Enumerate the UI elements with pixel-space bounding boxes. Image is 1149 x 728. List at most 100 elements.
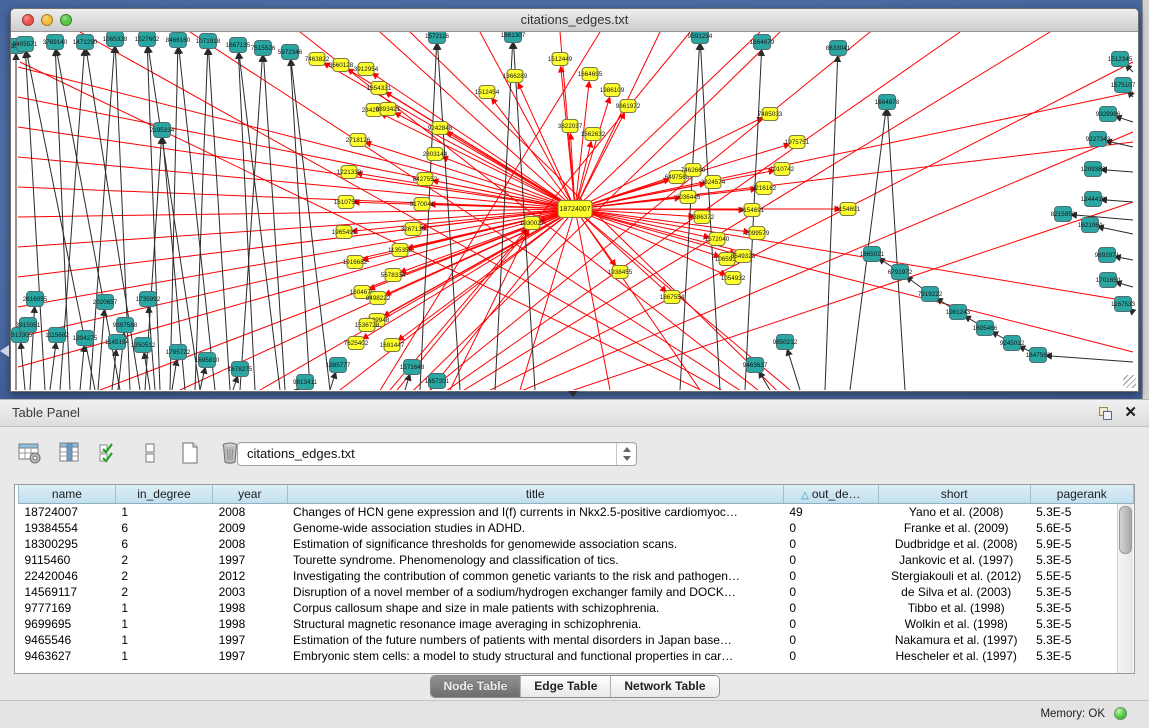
graph-node[interactable]: 1881307 [501, 32, 526, 43]
graph-edge[interactable] [291, 60, 330, 390]
graph-edge[interactable] [238, 53, 255, 390]
graph-edge[interactable] [50, 343, 56, 390]
graph-node[interactable]: 9329986 [1096, 107, 1121, 122]
graph-edge[interactable] [825, 56, 838, 390]
graph-node[interactable]: 9397588 [113, 318, 138, 333]
close-window-button[interactable] [22, 14, 34, 26]
graph-edge[interactable] [170, 48, 178, 390]
graph-node[interactable]: 9813411 [293, 375, 318, 390]
table-row[interactable]: 1872400712008Changes of HCN gene express… [19, 504, 1134, 521]
graph-node[interactable]: 1471290 [73, 35, 98, 50]
column-header-in_degree[interactable]: in_degree [115, 485, 212, 504]
graph-node[interactable]: 1986109 [600, 84, 625, 97]
graph-node[interactable]: 9463627 [743, 358, 768, 373]
collapse-arrow-icon[interactable] [0, 345, 9, 357]
graph-node[interactable]: 9591234 [688, 32, 713, 44]
graph-edge[interactable] [1046, 356, 1133, 362]
table-row[interactable]: 1938455462009Genome-wide association stu… [19, 520, 1134, 536]
graph-edge[interactable] [787, 350, 800, 390]
graph-node[interactable]: 1244419 [1081, 192, 1106, 207]
graph-node[interactable]: 1562632 [581, 128, 606, 141]
graph-node[interactable]: 7515526 [251, 41, 276, 56]
graph-node[interactable]: 9405571 [13, 37, 38, 52]
graph-node[interactable]: 5678334 [381, 269, 406, 282]
table-row[interactable]: 946554611997Estimation of the future num… [19, 632, 1134, 648]
graph-edge[interactable] [330, 202, 1133, 390]
table-row[interactable]: 2242004622012Investigating the contribut… [19, 568, 1134, 584]
graph-node[interactable]: 1209382 [1081, 162, 1106, 177]
tab-network-table[interactable]: Network Table [611, 676, 718, 697]
table-scrollbar[interactable] [1117, 504, 1133, 673]
table-row[interactable]: 1456911722003Disruption of a novel membe… [19, 584, 1134, 600]
graph-node[interactable]: 1691447 [380, 339, 405, 352]
graph-node[interactable]: 1527602 [135, 32, 160, 47]
graph-edge[interactable] [450, 230, 528, 390]
create-column-button[interactable] [176, 440, 204, 468]
graph-node[interactable]: 1145194 [105, 335, 130, 350]
graph-node[interactable]: 1512449 [548, 53, 573, 66]
graph-edge[interactable] [18, 187, 575, 209]
resize-grip-icon[interactable] [1123, 375, 1136, 388]
graph-node[interactable]: 2020657 [93, 295, 118, 310]
column-header-out_de[interactable]: △out_de… [783, 485, 878, 504]
graph-node[interactable]: 1575107 [1111, 78, 1136, 93]
graph-edge[interactable] [745, 50, 762, 390]
graph-node[interactable]: 9861972 [616, 100, 641, 113]
graph-node[interactable]: 8215953 [1051, 207, 1076, 222]
table-row[interactable]: 911546021997Tourette syndrome. Phenomeno… [19, 552, 1134, 568]
tab-node-table[interactable]: Node Table [430, 676, 521, 697]
graph-edge[interactable] [887, 110, 905, 390]
graph-edge[interactable] [759, 372, 770, 390]
graph-node[interactable]: 1610755 [334, 196, 359, 209]
graph-node[interactable]: 9170041 [410, 198, 435, 211]
network-canvas[interactable]: 9133821940557137691401471290106532815276… [11, 32, 1138, 390]
table-selector-dropdown[interactable]: citations_edges.txt [237, 442, 637, 466]
table-mode-button[interactable] [16, 440, 44, 468]
graph-edge[interactable] [18, 209, 575, 217]
graph-node[interactable]: 1938455 [608, 266, 633, 279]
zoom-window-button[interactable] [60, 14, 72, 26]
graph-edge[interactable] [98, 310, 104, 390]
graph-node[interactable]: 1664878 [875, 95, 900, 110]
graph-node[interactable]: 8633041 [826, 41, 851, 56]
graph-node[interactable]: 18724007 [558, 201, 592, 218]
graph-node[interactable]: 5972346 [278, 45, 303, 60]
scrollbar-thumb[interactable] [1119, 506, 1132, 554]
graph-node[interactable]: 7386372 [690, 211, 715, 224]
table-row[interactable]: 1830029562008Estimation of significance … [19, 536, 1134, 552]
table-row[interactable]: 969969511998Structural magnetic resonanc… [19, 616, 1134, 632]
splitter-handle-icon[interactable] [568, 391, 578, 397]
network-window-titlebar[interactable]: citations_edges.txt [11, 9, 1138, 32]
graph-node[interactable]: 1135358 [388, 244, 413, 257]
graph-node[interactable]: 1678275 [228, 362, 253, 377]
graph-edge[interactable] [575, 32, 660, 209]
graph-edge[interactable] [575, 82, 589, 209]
graph-node[interactable]: 2616055 [23, 292, 48, 307]
graph-node[interactable]: 1154691 [836, 203, 861, 216]
graph-node[interactable]: 1621064 [1078, 218, 1103, 233]
graph-edge[interactable] [330, 373, 336, 390]
tab-edge-table[interactable]: Edge Table [521, 676, 611, 697]
graph-node[interactable]: 9245012 [1000, 336, 1025, 351]
graph-node[interactable]: 1667135 [226, 38, 251, 53]
graph-edge[interactable] [240, 56, 262, 390]
graph-node[interactable]: 7625402 [344, 337, 369, 350]
table-row[interactable]: 977716911998Corpus callosum shape and si… [19, 600, 1134, 616]
graph-node[interactable]: 1115682 [45, 328, 69, 343]
float-panel-icon[interactable] [1099, 407, 1111, 419]
graph-node[interactable]: 3824574 [701, 176, 726, 189]
graph-node[interactable]: 9850212 [773, 335, 798, 350]
column-header-pagerank[interactable]: pagerank [1030, 485, 1133, 504]
minimize-window-button[interactable] [41, 14, 53, 26]
close-panel-icon[interactable]: ✕ [1124, 403, 1137, 421]
graph-node[interactable]: 7463822 [305, 53, 330, 66]
graph-edge[interactable] [1101, 170, 1133, 172]
graph-node[interactable]: 1071918 [196, 34, 221, 49]
graph-node[interactable]: 1985777 [326, 358, 351, 373]
graph-node[interactable]: 1065328 [103, 32, 128, 47]
column-header-name[interactable]: name [19, 485, 116, 504]
graph-edge[interactable] [1101, 200, 1133, 202]
show-columns-button[interactable] [56, 440, 84, 468]
graph-node[interactable]: 1695810 [195, 353, 220, 368]
column-header-title[interactable]: title [287, 485, 783, 504]
